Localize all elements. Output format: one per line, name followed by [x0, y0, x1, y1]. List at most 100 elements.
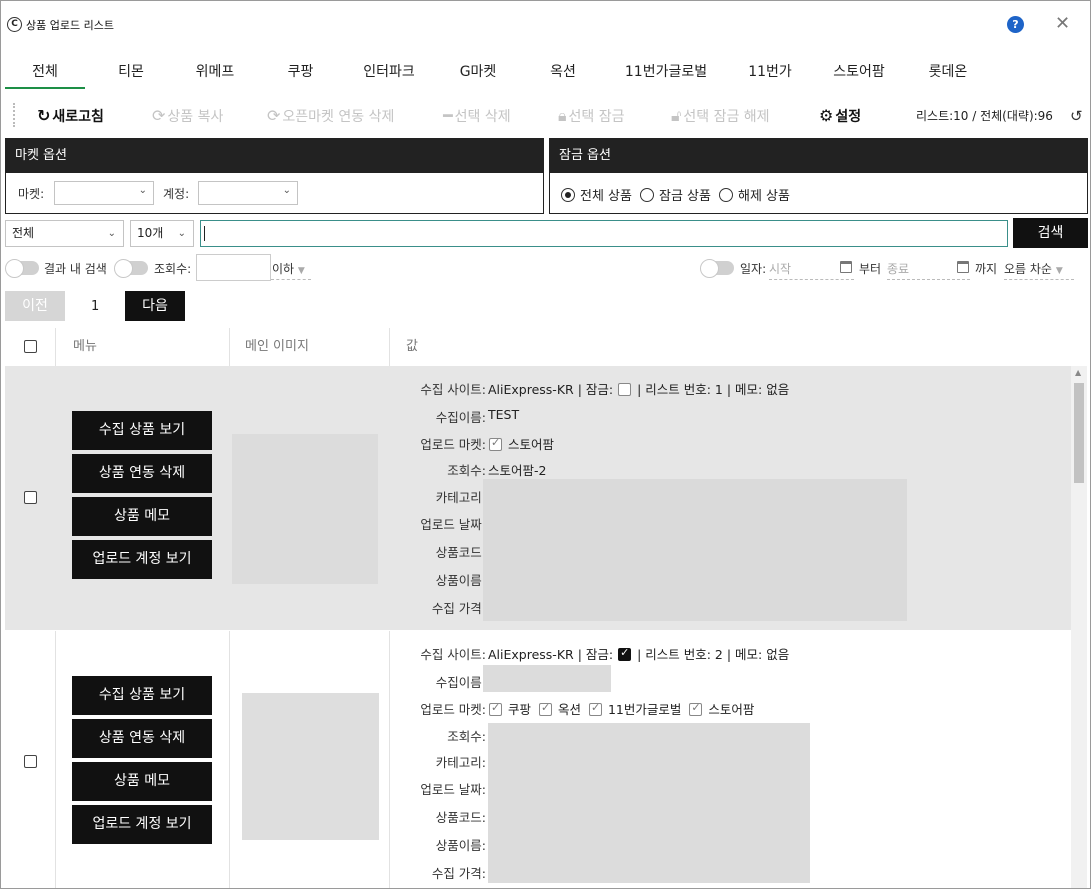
search-scope-select[interactable]: 전체 ⌄ — [5, 220, 124, 247]
tab-coupang[interactable]: 쿠팡 — [273, 53, 328, 89]
sync-icon: ⟳ — [267, 106, 281, 125]
refresh-small-icon[interactable]: ↺ — [1070, 107, 1083, 125]
end-date-input[interactable]: 종료 — [887, 260, 909, 277]
select-all-checkbox[interactable] — [24, 340, 37, 353]
chevron-down-icon: ▼ — [297, 266, 305, 276]
row-checkbox[interactable] — [24, 491, 37, 504]
chevron-down-icon: ⌄ — [282, 185, 291, 196]
in-result-search-label: 결과 내 검색 — [44, 262, 107, 276]
field-labels: 수집 사이트: 수집이름: 업로드 마켓: 조회수: 카테고리: 업로드 날짜:… — [390, 366, 486, 630]
delete-product-link-button[interactable]: 상품 연동 삭제 — [72, 454, 212, 493]
tab-all[interactable]: 전체 — [5, 53, 85, 89]
calendar-icon[interactable] — [840, 261, 852, 273]
field-label-date: 업로드 날짜: — [420, 517, 486, 532]
radio-all-products[interactable]: 전체 상품 — [561, 185, 632, 204]
vertical-scrollbar[interactable]: ▲ — [1071, 366, 1087, 888]
field-labels: 수집 사이트: 수집이름: 업로드 마켓: 조회수: 카테고리: 업로드 날짜:… — [390, 631, 486, 888]
view-upload-account-button[interactable]: 업로드 계정 보기 — [72, 540, 212, 579]
chevron-down-icon: ⌄ — [177, 228, 186, 239]
market-checkbox[interactable]: ✓ — [689, 701, 703, 716]
in-result-search-toggle[interactable] — [5, 259, 39, 278]
view-collected-product-button[interactable]: 수집 상품 보기 — [72, 411, 212, 450]
site-info-line: AliExpress-KR | 잠금: | 리스트 번호: 1 | 메모: 없음 — [488, 379, 789, 398]
details-placeholder — [488, 723, 810, 883]
field-label-views: 조회수: — [447, 463, 486, 478]
lock-checkbox[interactable]: ✓ — [618, 646, 632, 661]
lock-checkbox[interactable] — [618, 383, 632, 396]
market-select[interactable]: ⌄ — [54, 181, 154, 205]
tab-wemakeprice[interactable]: 위메프 — [184, 53, 246, 89]
help-icon[interactable]: ? — [1007, 16, 1024, 33]
chevron-down-icon: ▼ — [1055, 266, 1063, 276]
close-icon[interactable]: ✕ — [1055, 13, 1070, 34]
views-compare-value: 이하 — [272, 262, 295, 276]
scrollbar-thumb[interactable] — [1074, 383, 1084, 483]
search-input[interactable] — [200, 220, 1008, 247]
market-checkbox[interactable]: ✓ — [588, 701, 602, 716]
search-button[interactable]: 검색 — [1013, 218, 1088, 248]
unlock-icon: 🔓︎ — [671, 106, 682, 125]
tab-storefarm[interactable]: 스토어팜 — [823, 53, 895, 89]
select-lock-button[interactable]: 🔒︎ 선택 잠금 — [558, 97, 625, 135]
product-memo-button[interactable]: 상품 메모 — [72, 762, 212, 801]
settings-button[interactable]: ⚙ 설정 — [819, 97, 861, 135]
field-label-name: 수집이름: — [435, 675, 486, 690]
views-value: 스토어팜-2 — [488, 463, 547, 478]
chevron-down-icon: ⌄ — [107, 228, 116, 239]
sort-select[interactable]: 오름 차순 ▼ — [1004, 260, 1063, 277]
column-value: 값 — [406, 339, 418, 354]
prev-page-button[interactable]: 이전 — [5, 291, 65, 321]
field-label-pname: 상품이름: — [435, 573, 486, 588]
market-checkbox[interactable]: ✓ — [489, 701, 502, 716]
list-no-label: | 리스트 번호: — [637, 647, 711, 662]
main-image-placeholder — [232, 434, 378, 584]
column-divider — [229, 328, 230, 366]
page-size-select[interactable]: 10개 ⌄ — [130, 220, 194, 247]
calendar-icon[interactable] — [957, 261, 969, 273]
tab-lotteon[interactable]: 롯데온 — [919, 53, 977, 89]
views-label: 조회수: — [154, 262, 192, 276]
tab-interpark[interactable]: 인터파크 — [353, 53, 425, 89]
memo-value: 없음 — [766, 647, 790, 662]
views-compare-select[interactable]: 이하 ▼ — [272, 260, 305, 277]
market-name: 옥션 — [557, 702, 581, 717]
account-select[interactable]: ⌄ — [198, 181, 298, 205]
radio-dot — [719, 188, 733, 202]
field-label-pname: 상품이름: — [435, 838, 486, 853]
tab-11st[interactable]: 11번가 — [741, 53, 799, 89]
radio-locked-products[interactable]: 잠금 상품 — [640, 185, 711, 204]
view-collected-product-button[interactable]: 수집 상품 보기 — [72, 676, 212, 715]
select-unlock-label: 선택 잠금 해제 — [683, 109, 770, 125]
tab-tmon[interactable]: 티몬 — [101, 53, 161, 89]
date-filter-toggle[interactable] — [700, 259, 734, 278]
views-filter-toggle[interactable] — [114, 259, 148, 278]
delete-product-link-button[interactable]: 상품 연동 삭제 — [72, 719, 212, 758]
row-checkbox[interactable] — [24, 755, 37, 768]
select-delete-button[interactable]: ━ 선택 삭제 — [443, 97, 511, 135]
tab-gmarket[interactable]: G마켓 — [450, 53, 506, 89]
column-main-image: 메인 이미지 — [245, 339, 309, 354]
chevron-down-icon: ⌄ — [138, 185, 147, 196]
memo-label: | 메모: — [726, 382, 763, 397]
tab-auction[interactable]: 옥션 — [539, 53, 587, 89]
page-size-value: 10개 — [137, 226, 164, 240]
select-unlock-button[interactable]: 🔓︎ 선택 잠금 해제 — [671, 97, 770, 135]
radio-unlocked-products[interactable]: 해제 상품 — [719, 185, 790, 204]
details-placeholder — [483, 479, 907, 621]
tab-11st-global[interactable]: 11번가글로벌 — [616, 53, 716, 89]
openmarket-delete-button[interactable]: ⟳ 오픈마켓 연동 삭제 — [267, 97, 394, 135]
start-date-input[interactable]: 시작 — [769, 260, 791, 277]
view-upload-account-button[interactable]: 업로드 계정 보기 — [72, 805, 212, 844]
field-label-market: 업로드 마켓: — [420, 702, 486, 717]
copy-product-button[interactable]: ⟳ 상품 복사 — [152, 97, 223, 135]
market-checkbox[interactable]: ✓ — [538, 701, 552, 716]
product-memo-button[interactable]: 상품 메모 — [72, 497, 212, 536]
lock-options-title: 잠금 옵션 — [550, 139, 1087, 173]
refresh-button[interactable]: ↻ 새로고침 — [37, 97, 104, 135]
next-page-button[interactable]: 다음 — [125, 291, 185, 321]
sort-value: 오름 차순 — [1004, 262, 1052, 276]
views-input[interactable] — [196, 254, 271, 281]
radio-unlocked-label: 해제 상품 — [738, 189, 790, 204]
scroll-up-icon[interactable]: ▲ — [1075, 368, 1081, 377]
market-checkbox[interactable]: ✓ — [489, 436, 502, 451]
